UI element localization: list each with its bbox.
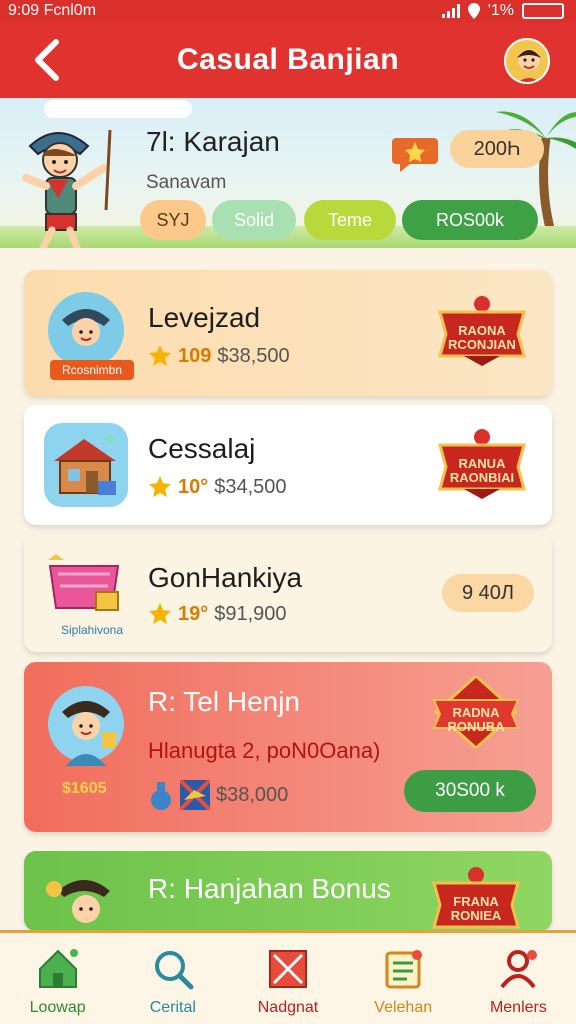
status-left: 9:09 Fcnl0m (8, 2, 96, 20)
card-title: GonHankiya (148, 562, 303, 593)
rating-mark: ° (200, 475, 209, 498)
card-rating: 109 $38,500 (148, 344, 290, 368)
card-title: R: Tel Henjn (148, 686, 301, 717)
page-title: Casual Banjian (176, 43, 400, 76)
claim-button[interactable]: 30S00 k (404, 770, 536, 812)
card-rating: $38,000 (148, 780, 288, 810)
back-chevron-icon[interactable] (28, 36, 68, 84)
nav-item-search[interactable]: Cerital (115, 933, 230, 1024)
card-rating: 19° $91,900 (148, 602, 287, 626)
price-text: $38,500 (217, 344, 290, 367)
ribbon-label: FRANA RONIEA (450, 894, 502, 923)
character-avatar-icon: Rcosnimbn (44, 288, 134, 380)
bonus-ribbon[interactable]: RAONA RCONJIAN (434, 294, 530, 366)
ribbon-label: RANUA RAONBIAI (449, 456, 515, 485)
card-rating: 10° $34,500 (148, 475, 287, 499)
nav-label: Loowap (29, 999, 86, 1016)
hero-count-badge[interactable]: 200Һ (450, 130, 544, 168)
nav-item-box[interactable]: Nadgnat (230, 933, 345, 1024)
bonus-ribbon[interactable]: RANUA RAONBIAI (434, 427, 530, 499)
nav-label: Menlers (489, 999, 547, 1016)
house-icon (44, 423, 128, 507)
bottom-nav: Loowap Cerital Nadgnat Velehan Menlers (0, 930, 576, 1024)
battery-icon (522, 3, 564, 19)
status-carrier: Fcnl0m (43, 2, 97, 19)
clipboard-icon (385, 950, 423, 989)
rating-number: 10 (178, 344, 201, 367)
card-title: Levejzad (148, 302, 261, 333)
home-icon (38, 949, 78, 988)
character-avatar-icon (44, 682, 128, 766)
filter-chip-1[interactable]: SYJ (140, 200, 206, 240)
rating-value: 19° (178, 603, 208, 626)
rating-value: 10° (178, 476, 208, 499)
filter-chip-4[interactable]: ROS00k (402, 200, 538, 240)
nav-label: Cerital (149, 999, 196, 1016)
rating-value: 109 (178, 345, 211, 368)
side-label: $1605 (62, 780, 107, 797)
hero-subtitle: Sanavam (146, 172, 227, 193)
location-icon (467, 3, 480, 19)
star-icon (149, 476, 171, 497)
filter-chip-2[interactable]: Solid (212, 200, 296, 240)
rating-number: 19 (178, 602, 201, 625)
ribbon-label: RADNA RONUBA (447, 705, 505, 734)
signal-icon (441, 4, 460, 18)
list-item[interactable]: R: Hanjahan Bonus FRANA RONIEA (24, 851, 552, 931)
nav-item-profile[interactable]: Menlers (461, 933, 576, 1024)
list-item[interactable]: Rcosnimbn Levejzad 109 $38,500 RAONA RCO… (24, 270, 552, 396)
nav-label: Nadgnat (257, 999, 319, 1016)
filter-chip-3[interactable]: Teme (304, 200, 396, 240)
nav-item-clipboard[interactable]: Velehan (346, 933, 461, 1024)
status-bar: 9:09 Fcnl0m '1% (0, 0, 576, 22)
price-text: $38,000 (216, 783, 289, 806)
hero-pill (44, 100, 192, 118)
potion-icon (151, 782, 171, 810)
avatar-icon[interactable] (504, 38, 550, 84)
card-title: R: Hanjahan Bonus (148, 873, 391, 904)
card-subtitle: Hlanugta 2, poN0Oana) (148, 738, 381, 763)
shopping-basket-icon: Siplahivona (44, 552, 134, 638)
profile-icon (500, 950, 538, 989)
nav-label: Velehan (374, 999, 433, 1016)
bonus-ribbon[interactable]: FRANA RONIEA (428, 865, 524, 931)
chat-bubble-icon[interactable] (392, 134, 438, 174)
star-icon (149, 345, 171, 366)
list-item[interactable]: $1605 R: Tel Henjn Hlanugta 2, poN0Oana)… (24, 662, 552, 832)
icon-label: Siplahivona (60, 623, 124, 637)
status-right: '1% (441, 2, 564, 20)
hero-title: 7l: Karajan (146, 126, 280, 157)
hero-banner: 7l: Karajan Sanavam 200Һ SYJ Solid Teme … (0, 98, 576, 248)
rating-mark: 9 (200, 344, 212, 367)
character-illustration (22, 129, 112, 248)
price-text: $34,500 (214, 475, 287, 498)
character-avatar-icon (44, 865, 128, 931)
search-icon (154, 951, 194, 990)
list-item[interactable]: Cessalaj 10° $34,500 RANUA RAONBIAI (24, 405, 552, 525)
app-header: Casual Banjian (0, 22, 576, 98)
box-icon (269, 950, 307, 988)
gift-box-icon (180, 780, 210, 810)
nav-item-home[interactable]: Loowap (0, 933, 115, 1024)
card-title: Cessalaj (148, 433, 256, 464)
rating-number: 10 (178, 475, 201, 498)
list-item[interactable]: Siplahivona GonHankiya 19° $91,900 9 40Л (24, 534, 552, 652)
star-icon (149, 603, 171, 624)
icon-label: Rcosnimbn (50, 360, 134, 380)
battery-text: '1% (487, 2, 514, 19)
rating-mark: ° (200, 602, 209, 625)
status-time: 9:09 (8, 2, 40, 19)
price-text: $91,900 (214, 602, 287, 625)
bonus-ribbon[interactable]: RADNA RONUBA (428, 673, 524, 751)
count-badge[interactable]: 9 40Л (442, 574, 534, 612)
ribbon-label: RAONA RCONJIAN (448, 323, 516, 352)
